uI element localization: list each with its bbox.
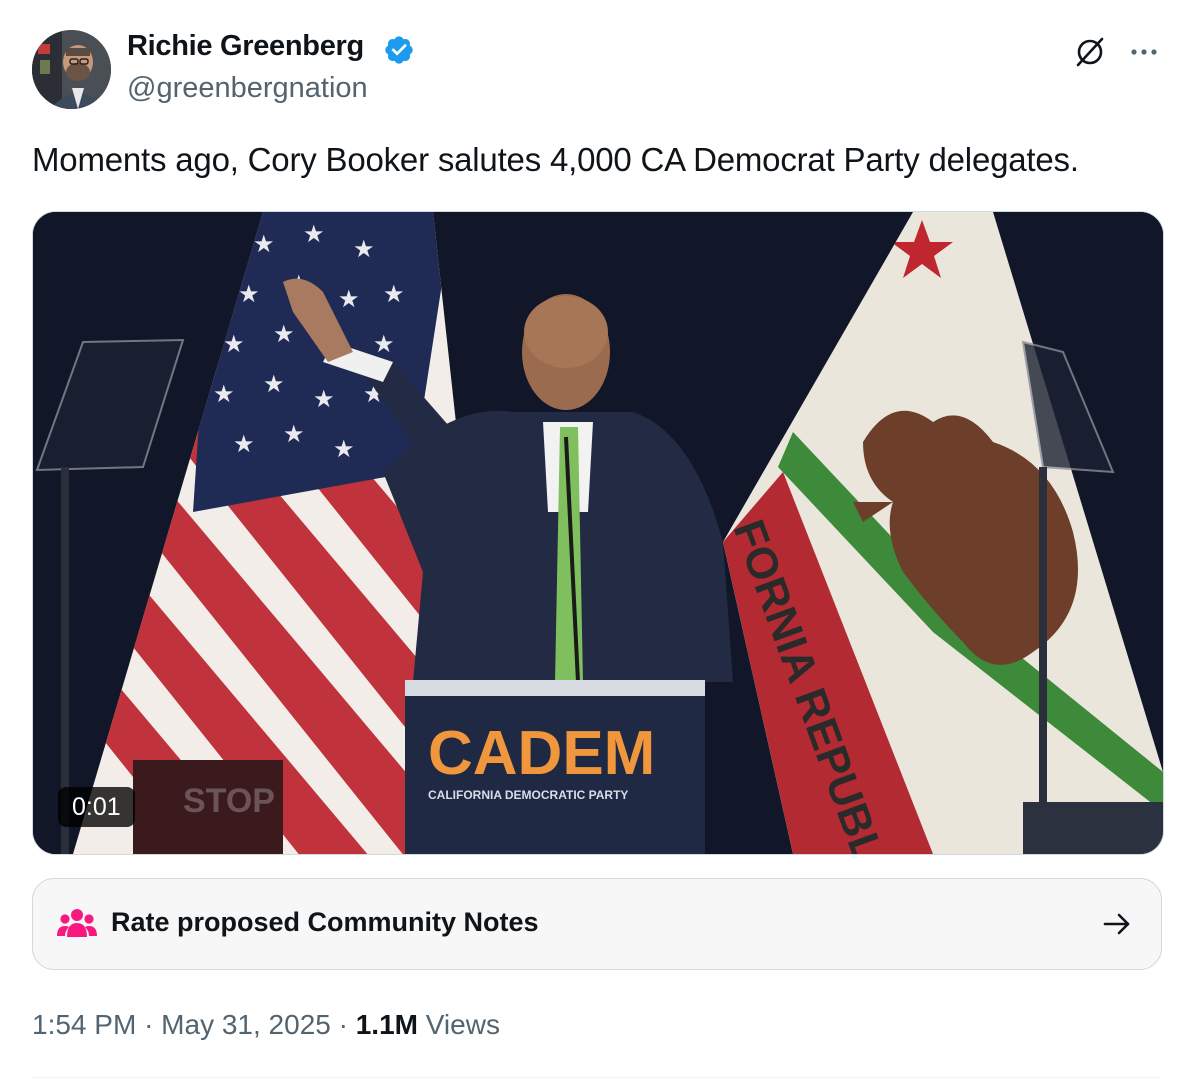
verified-badge-icon <box>385 36 413 64</box>
video-frame: ★★★ ★★★★ ★★★★ ★★★★ ★★★ STOP FORNIA REPUB… <box>33 212 1163 854</box>
svg-text:★: ★ <box>383 280 405 308</box>
tweet-text: Moments ago, Cory Booker salutes 4,000 C… <box>32 141 1079 178</box>
grok-icon[interactable] <box>1072 34 1108 70</box>
meta-separator: · <box>338 1009 348 1040</box>
stop-sign-text: STOP <box>183 782 275 820</box>
svg-text:★: ★ <box>233 430 255 458</box>
people-icon <box>57 909 97 937</box>
svg-text:★: ★ <box>263 370 285 398</box>
svg-text:★: ★ <box>213 380 235 408</box>
tweet-meta: 1:54 PM · May 31, 2025 · 1.1M Views <box>32 1009 500 1041</box>
more-icon[interactable] <box>1126 34 1162 70</box>
display-name[interactable]: Richie Greenberg <box>127 30 364 63</box>
svg-text:★: ★ <box>313 385 335 413</box>
rate-community-notes-button[interactable]: Rate proposed Community Notes <box>32 878 1162 970</box>
podium-logo: CADEM <box>428 719 655 788</box>
svg-text:★: ★ <box>333 435 355 463</box>
arrow-right-icon <box>1103 913 1130 935</box>
svg-text:★: ★ <box>338 285 360 313</box>
meta-separator: · <box>144 1009 154 1040</box>
svg-text:★: ★ <box>273 320 295 348</box>
svg-text:★: ★ <box>303 220 325 248</box>
avatar-image <box>32 30 111 109</box>
avatar[interactable] <box>32 30 111 109</box>
views-count: 1.1M <box>355 1009 418 1040</box>
svg-text:★: ★ <box>373 330 395 358</box>
podium-subtitle: CALIFORNIA DEMOCRATIC PARTY <box>428 788 628 802</box>
views-label: Views <box>425 1009 500 1040</box>
author-handle[interactable]: @greenbergnation <box>127 72 368 105</box>
svg-text:★: ★ <box>283 420 305 448</box>
community-notes-label: Rate proposed Community Notes <box>111 907 539 937</box>
video-duration: 0:01 <box>58 787 135 827</box>
tweet-date[interactable]: May 31, 2025 <box>161 1009 331 1040</box>
svg-text:★: ★ <box>353 235 375 263</box>
tweet-time[interactable]: 1:54 PM <box>32 1009 136 1040</box>
video-player[interactable]: ★★★ ★★★★ ★★★★ ★★★★ ★★★ STOP FORNIA REPUB… <box>32 211 1164 855</box>
divider <box>32 1077 1160 1078</box>
